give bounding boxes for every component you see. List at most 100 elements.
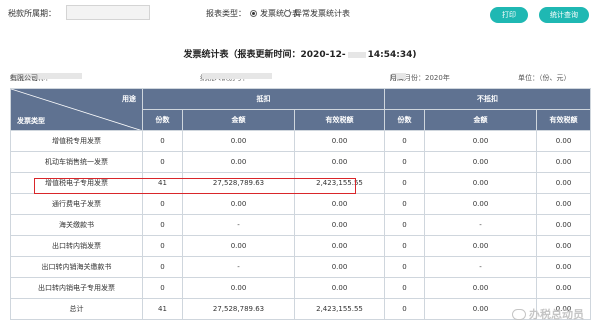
table-cell: 0.00 [294,235,385,257]
table-cell: 0.00 [535,256,592,278]
table-cell: 0.00 [535,172,592,194]
print-button[interactable]: 打印 [490,7,528,23]
table-cell: - [424,256,537,278]
table-cell: 0.00 [424,193,537,215]
group-header-deduct: 抵扣 [142,88,385,110]
table-cell: 0.00 [535,151,592,173]
diagonal-header-cell: 用途 发票类型 [10,88,143,131]
col-header: 份数 [142,109,183,131]
table-cell: - [424,214,537,236]
table-row: 通行费电子发票 0 0.00 0.00 0 0.00 0.00 [10,193,592,215]
table-cell: 0.00 [182,235,295,257]
invoice-type-cell: 机动车销售统一发票 [10,151,143,173]
col-header: 金额 [424,109,537,131]
table-cell: 0.00 [535,277,592,299]
radio-abnormal-label: 异常发票统计表 [294,9,350,18]
table-cell: 0.00 [294,151,385,173]
total-row: 总计 41 27,528,789.63 2,423,155.55 0 0.00 … [10,298,592,320]
table-cell: 0 [142,277,183,299]
table-row: 机动车销售统一发票 0 0.00 0.00 0 0.00 0.00 [10,151,592,173]
table-cell: 0.00 [424,130,537,152]
total-label-cell: 总计 [10,298,143,320]
table-cell: 0 [384,235,425,257]
invoice-type-cell: 增值税电子专用发票 [10,172,143,194]
col-header: 份数 [384,109,425,131]
blurred-region [202,73,272,79]
watermark: 办税总动员 [512,306,584,322]
table-cell: 0.00 [424,172,537,194]
table-cell: 0.00 [424,277,537,299]
table-cell: 27,528,789.63 [182,172,295,194]
table-cell: 41 [142,298,183,320]
taxpayer-name-tail: 有限公司 [10,74,38,82]
table-cell: 27,528,789.63 [182,298,295,320]
table-cell: 0.00 [294,130,385,152]
table-cell: 0 [142,151,183,173]
table-cell: 0.00 [182,130,295,152]
table-cell: 0 [142,256,183,278]
table-cell: 0 [384,214,425,236]
report-period-tail: 月 [390,74,397,82]
table-cell: 0 [142,235,183,257]
table-cell: 0 [384,172,425,194]
table-cell: 0 [142,214,183,236]
table-cell: 0.00 [535,130,592,152]
blurred-region [347,51,366,58]
table-cell: 0.00 [424,235,537,257]
table-cell: 0 [384,151,425,173]
radio-selected-icon[interactable] [250,10,257,17]
wechat-icon [512,308,526,320]
diag-top-label: 用途 [122,95,136,103]
table-cell: 0.00 [294,214,385,236]
query-button[interactable]: 统计查询 [539,7,589,23]
table-row: 海关缴款书 0 - 0.00 0 - 0.00 [10,214,592,236]
table-cell: 0.00 [182,193,295,215]
report-title-tail: 14:54:34) [367,50,417,60]
radio-abnormal-stat[interactable]: 异常发票统计表 [284,8,350,19]
period-label: 税款所属期： [8,9,56,18]
table-cell: 0.00 [535,235,592,257]
col-header: 有效税额 [294,109,385,131]
col-header: 有效税额 [535,109,592,131]
table-cell: 0 [384,277,425,299]
table-cell: 0.00 [535,214,592,236]
table-cell: - [182,256,295,278]
col-header: 金额 [182,109,295,131]
report-type-label: 报表类型： [206,9,246,18]
unit-label: 单位：（份、元） [518,74,571,82]
toolbar: 税款所属期： 报表类型： 发票统计表 异常发票统计表 打印 统计查询 [0,0,600,28]
invoice-type-cell: 海关缴款书 [10,214,143,236]
table-cell: 0 [384,298,425,320]
table-row: 出口转内销电子专用发票 0 0.00 0.00 0 0.00 0.00 [10,277,592,299]
table-cell: 0 [142,193,183,215]
table-row: 增值税电子专用发票 41 27,528,789.63 2,423,155.55 … [10,172,592,194]
table-cell: 0.00 [182,151,295,173]
invoice-type-cell: 出口转内销电子专用发票 [10,277,143,299]
report-info-row: 纳税人名称：有限公司 纳税人识别号： 所属月份：2020年月 单位：（份、元） [0,73,600,85]
table-cell: 2,423,155.55 [294,298,385,320]
report-title-text: 发票统计表（报表更新时间：2020-12- [183,50,346,60]
table-cell: 0.00 [424,151,537,173]
table-cell: 0.00 [294,277,385,299]
invoice-type-cell: 出口转内销海关缴款书 [10,256,143,278]
period-input[interactable] [66,5,150,20]
diag-bottom-label: 发票类型 [17,117,45,125]
invoice-type-cell: 通行费电子发票 [10,193,143,215]
table-cell: 0.00 [182,277,295,299]
table-cell: 0 [384,193,425,215]
invoice-type-cell: 增值税专用发票 [10,130,143,152]
table-row: 增值税专用发票 0 0.00 0.00 0 0.00 0.00 [10,130,592,152]
watermark-text: 办税总动员 [529,308,584,321]
table-cell: 0 [384,256,425,278]
report-title: 发票统计表（报表更新时间：2020-12- 14:54:34) [0,47,600,60]
table-row: 出口转内销发票 0 0.00 0.00 0 0.00 0.00 [10,235,592,257]
table-cell: 0.00 [294,193,385,215]
invoice-type-cell: 出口转内销发票 [10,235,143,257]
table-cell: 0 [384,130,425,152]
table-cell: 41 [142,172,183,194]
table-row: 出口转内销海关缴款书 0 - 0.00 0 - 0.00 [10,256,592,278]
table-cell: - [182,214,295,236]
group-header-nondeduct: 不抵扣 [383,88,592,110]
radio-unselected-icon[interactable] [284,10,291,17]
table-cell: 0 [142,130,183,152]
